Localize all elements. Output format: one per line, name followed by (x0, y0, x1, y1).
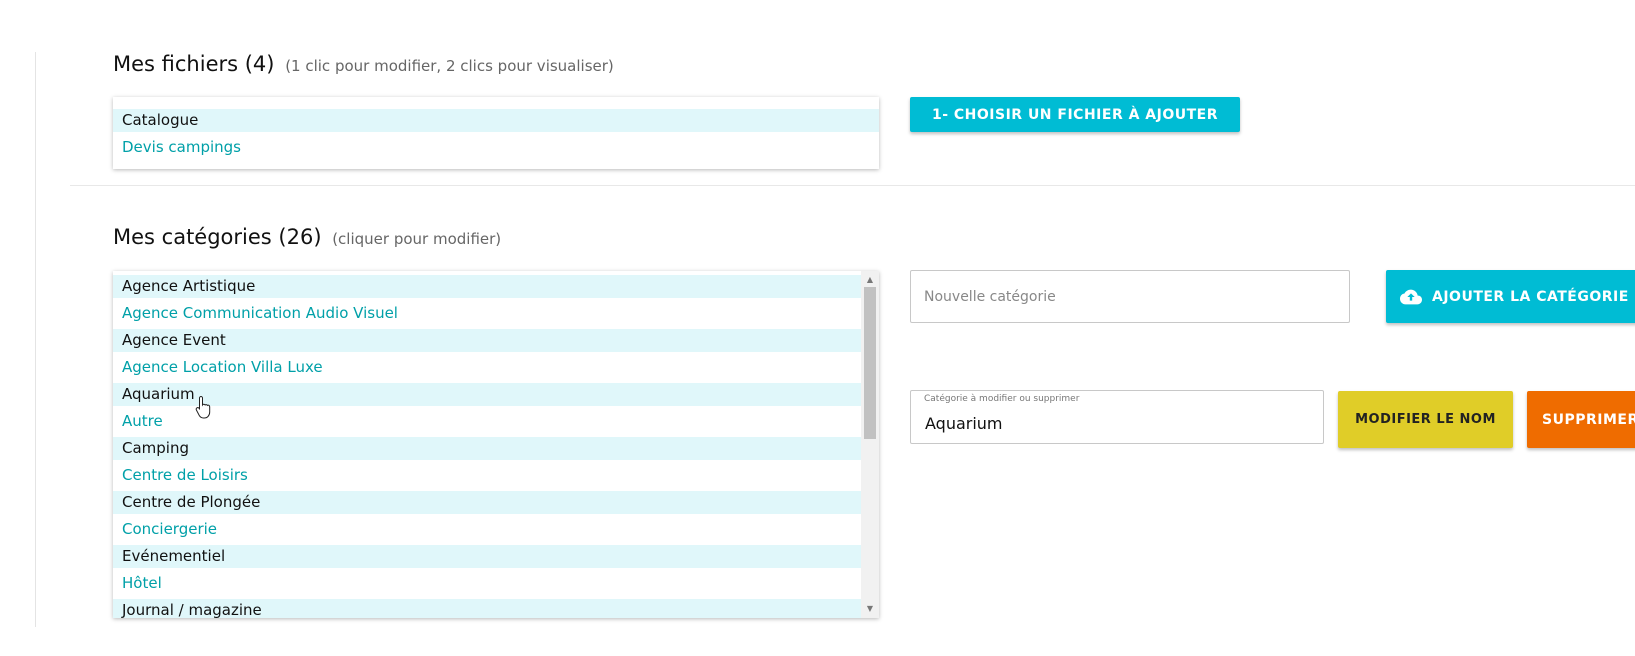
edit-category-field[interactable]: Catégorie à modifier ou supprimer (910, 390, 1324, 444)
category-item[interactable]: Aquarium (113, 383, 861, 406)
delete-category-button[interactable]: SUPPRIMER (1527, 391, 1635, 448)
section-divider (70, 185, 1635, 186)
categories-list[interactable]: Agence Artistique Agence Communication A… (113, 271, 879, 618)
files-list: Catalogue Devis campings (113, 97, 879, 169)
edit-category-label: Catégorie à modifier ou supprimer (924, 394, 1080, 404)
category-item[interactable]: Conciergerie (113, 518, 861, 541)
file-item[interactable]: Devis campings (113, 136, 879, 159)
category-item[interactable]: Camping (113, 437, 861, 460)
files-section-title: Mes fichiers (4) (1 clic pour modifier, … (113, 52, 614, 76)
edit-category-input[interactable] (911, 405, 1323, 441)
category-item[interactable]: Agence Artistique (113, 275, 861, 298)
new-category-field[interactable] (910, 270, 1350, 323)
scroll-up-arrow-icon[interactable]: ▲ (861, 273, 879, 287)
add-category-label: AJOUTER LA CATÉGORIE (1432, 288, 1629, 305)
category-item[interactable]: Evénementiel (113, 545, 861, 568)
cloud-upload-icon (1400, 289, 1422, 304)
scrollbar-thumb[interactable] (864, 287, 876, 439)
files-title: Mes fichiers (4) (113, 52, 275, 76)
new-category-input[interactable] (911, 271, 1349, 322)
add-category-button[interactable]: AJOUTER LA CATÉGORIE (1386, 270, 1635, 323)
category-item[interactable]: Centre de Plongée (113, 491, 861, 514)
category-item[interactable]: Centre de Loisirs (113, 464, 861, 487)
categories-title: Mes catégories (26) (113, 225, 322, 249)
category-item[interactable]: Agence Event (113, 329, 861, 352)
categories-section-title: Mes catégories (26) (cliquer pour modifi… (113, 225, 501, 249)
file-item[interactable]: Catalogue (113, 109, 879, 132)
left-border (35, 52, 36, 627)
category-item[interactable]: Hôtel (113, 572, 861, 595)
scroll-down-arrow-icon[interactable]: ▼ (861, 602, 879, 616)
category-item[interactable]: Autre (113, 410, 861, 433)
category-item[interactable]: Journal / magazine (113, 599, 861, 618)
choose-file-button[interactable]: 1- CHOISIR UN FICHIER À AJOUTER (910, 97, 1240, 132)
files-hint: (1 clic pour modifier, 2 clics pour visu… (285, 57, 614, 75)
category-item[interactable]: Agence Location Villa Luxe (113, 356, 861, 379)
category-item[interactable]: Agence Communication Audio Visuel (113, 302, 861, 325)
categories-scrollbar[interactable]: ▲ ▼ (861, 271, 879, 618)
categories-hint: (cliquer pour modifier) (332, 230, 502, 248)
rename-category-button[interactable]: MODIFIER LE NOM (1338, 391, 1513, 448)
